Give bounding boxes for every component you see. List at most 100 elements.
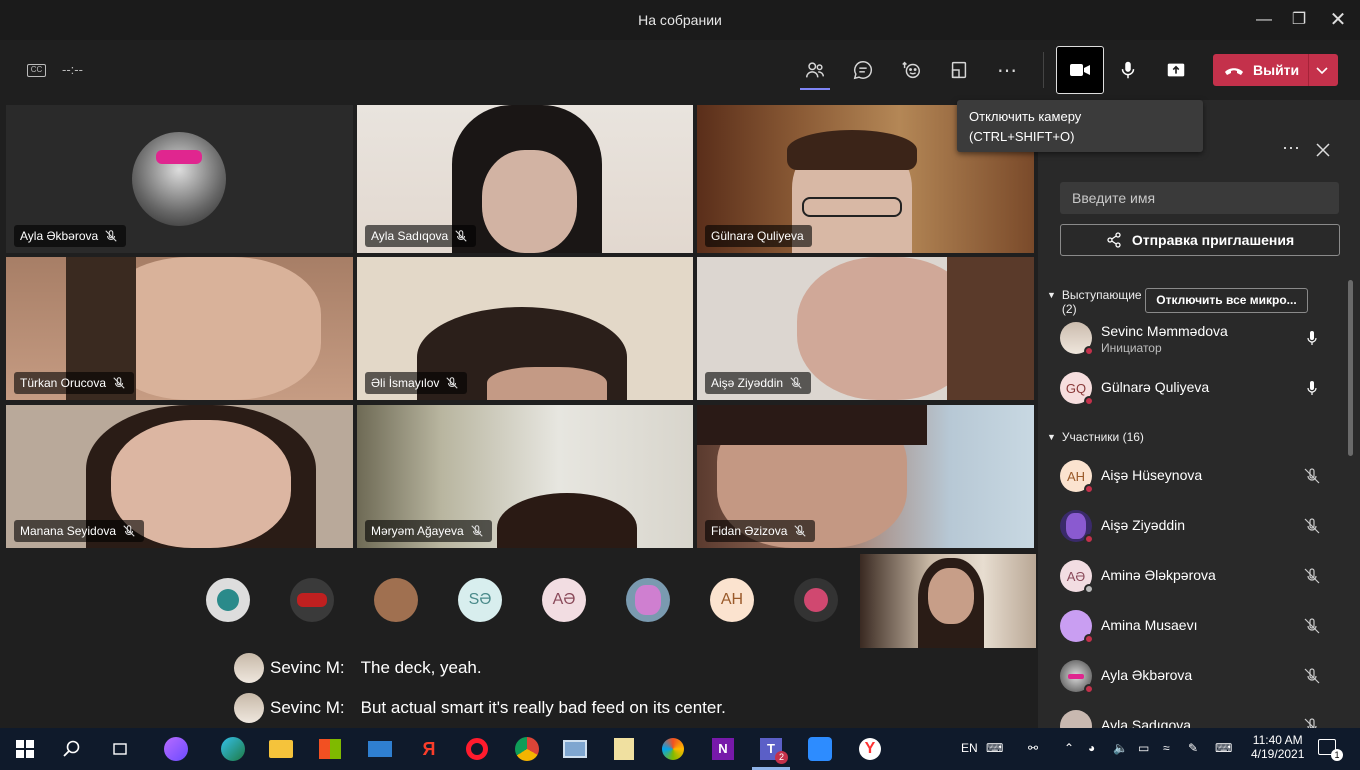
video-tile[interactable]: Fidan Əzizova [697,405,1034,548]
caret-down-icon: ▼ [1047,290,1056,300]
tile-name-label: Fidan Əzizova [705,520,816,542]
hang-up-icon [1225,68,1243,75]
yandex-icon[interactable]: Y [857,736,883,762]
clock-app-icon[interactable]: ◕ [1088,741,1095,755]
pen-icon[interactable]: ✎ [1188,741,1198,755]
chat-icon[interactable] [848,55,878,85]
task-view-icon[interactable] [107,736,133,762]
files-icon[interactable] [611,736,637,762]
chrome-icon[interactable] [514,736,540,762]
participant-row[interactable]: GQ Gülnarə Quliyeva [1060,368,1350,408]
more-actions-icon[interactable]: ⋯ [992,55,1022,85]
avatar [132,132,226,226]
share-screen-icon[interactable] [1161,55,1191,85]
alice-icon[interactable] [163,736,189,762]
close-icon[interactable] [1316,143,1330,157]
network-app-icon[interactable] [562,736,588,762]
participant-row[interactable]: Sevinc Məmmədova Инициатор [1060,318,1350,358]
avatar[interactable] [290,578,334,622]
mic-off-icon [455,230,467,242]
avatar [234,653,264,683]
participants-panel: ⋯ Введите имя Отправка приглашения ▼ Выс… [1038,100,1360,728]
avatar[interactable]: AƏ [542,578,586,622]
notifications-icon[interactable]: 1 [1318,739,1343,761]
language-indicator[interactable]: EN [961,741,978,755]
avatar[interactable]: AH [710,578,754,622]
participant-row[interactable]: Ayla Sadıqova [1060,706,1350,728]
people-icon[interactable]: ⚯ [1028,741,1038,755]
edge-icon[interactable] [220,736,246,762]
mail-icon[interactable] [367,736,393,762]
avatar [234,693,264,723]
video-tile[interactable]: Məryəm Ağayeva [357,405,693,548]
minimize-button[interactable]: — [1252,8,1276,32]
mic-off-icon [113,377,125,389]
reactions-icon[interactable] [896,55,926,85]
closed-captions-icon[interactable]: CC [27,64,46,77]
participant-row[interactable]: Aişə Ziyəddin [1060,506,1350,546]
avatar[interactable] [206,578,250,622]
share-icon [1107,232,1121,248]
system-clock[interactable]: 11:40 AM 4/19/2021 [1251,733,1304,761]
chevron-down-icon[interactable] [1314,62,1330,78]
camera-toggle-button[interactable] [1056,46,1104,94]
avatar[interactable] [374,578,418,622]
participant-row[interactable]: AƏ Aminə Ələkpərova [1060,556,1350,596]
avatar[interactable]: SƏ [458,578,502,622]
video-tile[interactable]: Əli İsmayılov [357,257,693,400]
wifi-icon[interactable]: ≈ [1163,741,1170,755]
caption-line: Sevinc M: The deck, yeah. [234,652,482,684]
keyboard-icon[interactable]: ⌨ [986,741,1003,755]
onenote-icon[interactable]: N [710,736,736,762]
participant-row[interactable]: AH Aişə Hüseynova [1060,456,1350,496]
search-icon[interactable] [59,736,85,762]
leave-button[interactable]: Выйти [1213,54,1338,86]
mute-all-button[interactable]: Отключить все микро... [1145,288,1308,313]
caption-speaker: Sevinc M: [270,658,345,677]
tile-name-label: Ayla Sadıqova [365,225,477,247]
caption-line: Sevinc M: But actual smart it's really b… [234,692,726,724]
windows-start-icon[interactable] [12,736,38,762]
avatar [1060,660,1094,694]
close-window-button[interactable]: ✕ [1326,8,1350,32]
participant-row[interactable]: Ayla Əkbərova [1060,656,1350,696]
search-input[interactable]: Введите имя [1060,182,1339,214]
volume-icon[interactable]: 🔈 [1113,741,1128,755]
self-view-video[interactable] [860,554,1036,648]
video-tile[interactable]: Ayla Sadıqova [357,105,693,253]
microphone-icon[interactable] [1113,55,1143,85]
avatar[interactable] [626,578,670,622]
tile-name-label: Gülnarə Quliyeva [705,225,812,247]
participant-row[interactable]: Amina Musaevı [1060,606,1350,646]
attendees-section-header[interactable]: ▼ Участники (16) [1047,430,1144,444]
video-tile[interactable]: Aişə Ziyəddin [697,257,1034,400]
zoom-icon[interactable] [807,736,833,762]
panel-more-icon[interactable]: ⋯ [1282,138,1300,159]
mic-off-icon [794,525,807,537]
caption-text: But actual smart it's really bad feed on… [360,698,726,717]
share-invite-button[interactable]: Отправка приглашения [1060,224,1340,256]
toolbar-divider [1043,52,1044,88]
file-explorer-icon[interactable] [268,736,294,762]
battery-icon[interactable]: ▭ [1138,741,1149,755]
touch-keyboard-icon[interactable]: ⌨ [1215,741,1232,755]
teams-badge: 2 [775,751,788,764]
video-tile[interactable]: Türkan Orucova [6,257,353,400]
video-tile[interactable]: Ayla Əkbərova [6,105,353,253]
chevron-up-icon[interactable]: ⌃ [1064,741,1074,755]
maximize-button[interactable]: ❐ [1287,8,1311,32]
store-icon[interactable] [317,736,343,762]
yandex-browser-icon[interactable]: Я [416,736,442,762]
active-tab-indicator [800,88,830,90]
panel-scrollbar[interactable] [1348,280,1353,456]
avatar: AH [1060,460,1094,494]
participants-icon[interactable] [800,55,830,85]
teams-icon[interactable]: T 2 [758,736,788,764]
video-tile[interactable]: Manana Seyidova [6,405,353,548]
avatar[interactable] [794,578,838,622]
presenters-section-header[interactable]: ▼ Выступающие (2) [1047,288,1142,316]
opera-icon[interactable] [464,736,490,762]
paint-icon[interactable] [660,736,686,762]
tile-name-label: Manana Seyidova [14,520,145,542]
rooms-icon[interactable] [944,55,974,85]
